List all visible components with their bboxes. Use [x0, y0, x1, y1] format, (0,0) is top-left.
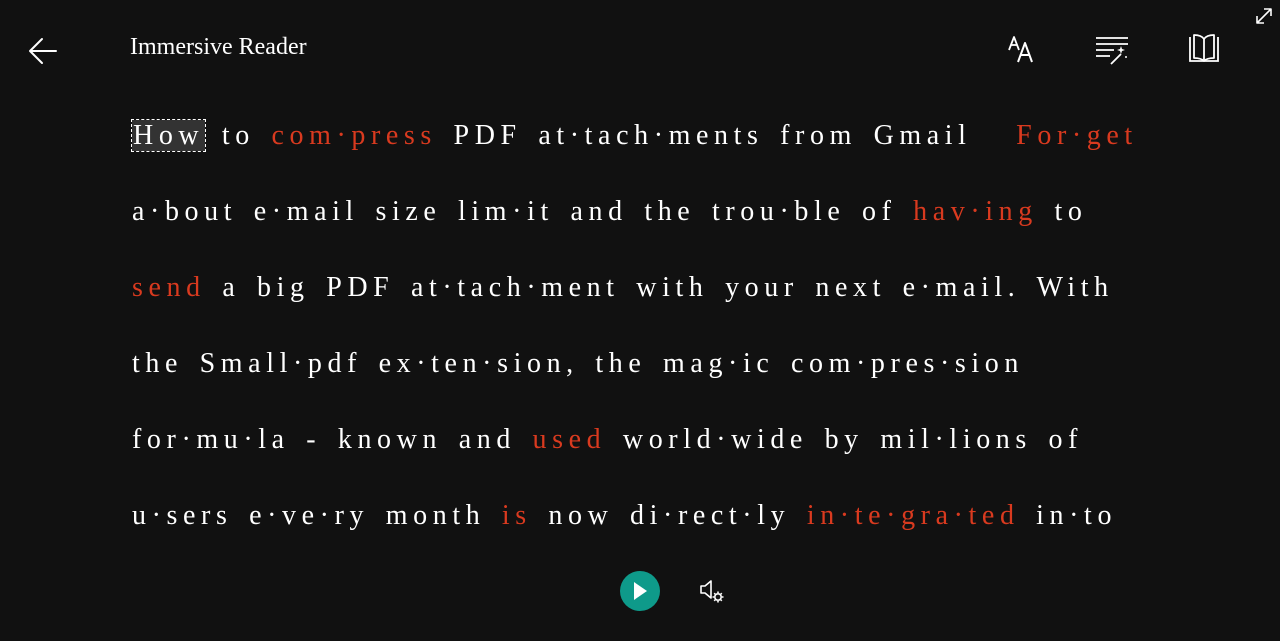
reader-line: send a big PDF at·tach·ment with your ne… — [132, 259, 1152, 335]
reader-word[interactable]: di·rect·ly — [630, 500, 790, 531]
text-preferences-icon — [1008, 36, 1033, 63]
reader-word[interactable]: PDF — [454, 120, 522, 151]
reader-word[interactable]: e·ve·ry — [249, 500, 369, 531]
reader-line: for·mu·la - known and used world·wide by… — [132, 411, 1152, 487]
reader-word[interactable]: world·wide — [623, 424, 808, 455]
voice-settings-icon — [700, 580, 724, 603]
reader-word[interactable]: and — [459, 424, 516, 455]
playback-controls — [0, 566, 1280, 616]
reader-word[interactable]: next — [815, 272, 886, 303]
reader-word[interactable]: lim·it — [458, 196, 554, 227]
reader-word[interactable]: for·mu·la — [132, 424, 290, 455]
grammar-options-button[interactable] — [1092, 30, 1132, 68]
reader-line: a·bout e·mail size lim·it and the trou·b… — [132, 183, 1152, 259]
reader-word[interactable]: ex·ten·sion, — [379, 348, 579, 379]
reader-word[interactable]: big — [257, 272, 310, 303]
reader-word[interactable]: to — [222, 120, 255, 151]
back-button[interactable] — [24, 34, 62, 68]
reader-word[interactable]: mil·lions — [880, 424, 1032, 455]
back-arrow-icon — [29, 38, 57, 64]
app-title: Immersive Reader — [130, 34, 307, 60]
reader-word[interactable]: com·press — [271, 120, 436, 151]
reader-word[interactable]: send — [132, 272, 206, 303]
reader-word[interactable]: month — [386, 500, 486, 531]
reader-word[interactable]: trou·ble — [712, 196, 845, 227]
immersive-reader-page: Immersive Reader How to com·press PDF at… — [0, 0, 1280, 641]
reader-line: How to com·press PDF at·tach·ments from … — [130, 107, 1152, 183]
reader-word[interactable]: and — [570, 196, 627, 227]
reader-word[interactable]: to — [1054, 196, 1087, 227]
reader-word[interactable]: Small·pdf — [200, 348, 362, 379]
reader-word[interactable]: used — [533, 424, 607, 455]
reader-word[interactable]: by — [825, 424, 864, 455]
reader-word[interactable]: at·tach·ment — [411, 272, 620, 303]
reader-line: u·sers e·ve·ry month is now di·rect·ly i… — [132, 487, 1152, 563]
reader-word[interactable]: hav·ing — [913, 196, 1038, 227]
voice-settings-button[interactable] — [698, 576, 728, 606]
reader-text: How to com·press PDF at·tach·ments from … — [130, 107, 1152, 563]
reader-word[interactable]: of — [862, 196, 897, 227]
reader-word[interactable]: with — [636, 272, 708, 303]
reader-word[interactable]: size — [375, 196, 441, 227]
reader-word[interactable]: a·bout — [132, 196, 237, 227]
top-bar: Immersive Reader — [0, 0, 1280, 96]
reader-word[interactable]: the — [132, 348, 183, 379]
reader-word[interactable]: Gmail — [874, 120, 972, 151]
reader-word[interactable]: now — [548, 500, 613, 531]
reader-word[interactable]: - — [306, 424, 321, 455]
reader-word[interactable]: PDF — [326, 272, 394, 303]
reader-word[interactable]: com·pres·sion — [791, 348, 1024, 379]
text-preferences-button[interactable] — [1002, 30, 1042, 68]
current-word[interactable]: How — [130, 119, 207, 152]
reading-preferences-button[interactable] — [1184, 30, 1224, 68]
reader-word[interactable]: e·mail — [254, 196, 359, 227]
reader-line: the Small·pdf ex·ten·sion, the mag·ic co… — [132, 335, 1152, 411]
reader-word[interactable]: For·get — [1016, 120, 1138, 151]
reader-word[interactable]: With — [1036, 272, 1113, 303]
reader-word[interactable]: mag·ic — [663, 348, 774, 379]
reader-word[interactable]: the — [595, 348, 646, 379]
reader-word[interactable]: known — [338, 424, 442, 455]
fullscreen-button[interactable] — [1252, 4, 1276, 28]
reader-word[interactable]: the — [644, 196, 695, 227]
play-icon — [634, 582, 647, 600]
play-button[interactable] — [620, 571, 660, 611]
reader-word[interactable]: your — [725, 272, 799, 303]
reader-word[interactable]: is — [502, 500, 532, 531]
fullscreen-icon — [1256, 8, 1272, 24]
reader-word[interactable]: u·sers — [132, 500, 232, 531]
reader-word[interactable]: from — [780, 120, 857, 151]
reader-word[interactable]: a — [222, 272, 240, 303]
reader-word[interactable]: of — [1049, 424, 1084, 455]
reader-word[interactable]: e·mail. — [903, 272, 1021, 303]
reader-word[interactable]: in·to — [1036, 500, 1117, 531]
reader-word[interactable]: at·tach·ments — [538, 120, 763, 151]
reading-preferences-icon — [1189, 34, 1219, 62]
grammar-options-icon — [1096, 37, 1128, 65]
reader-word[interactable]: in·te·gra·ted — [807, 500, 1020, 531]
